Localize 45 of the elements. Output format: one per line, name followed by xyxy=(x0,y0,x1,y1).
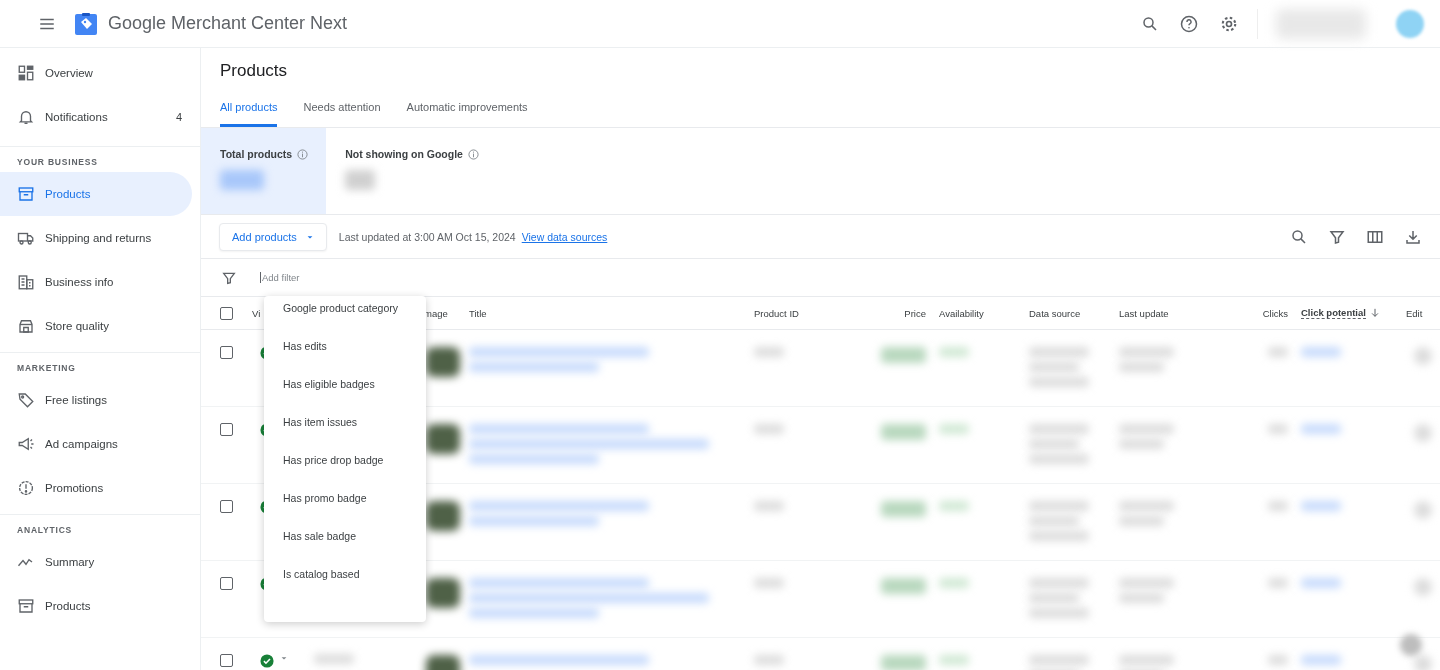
sidebar-item[interactable]: Free listings xyxy=(0,378,192,422)
add-products-button[interactable]: Add products xyxy=(219,222,327,251)
column-header[interactable]: Click potential xyxy=(1301,307,1366,319)
column-header[interactable]: Data source xyxy=(1029,307,1081,319)
sidebar-item[interactable]: Products xyxy=(0,584,192,628)
column-header[interactable]: Vi xyxy=(252,307,261,319)
column-header[interactable]: Edit xyxy=(1406,307,1423,319)
menu-item[interactable]: Has eligible badges xyxy=(264,374,426,412)
stat-card[interactable]: Total products xyxy=(201,128,327,214)
view-data-sources-link[interactable]: View data sources xyxy=(521,230,608,243)
last-updated-text: Last updated at 3:00 AM Oct 15, 2024 xyxy=(338,230,516,243)
column-header[interactable]: Price xyxy=(904,307,926,319)
column-header[interactable]: mage xyxy=(424,307,448,319)
sidebar-item[interactable]: Shipping and returns xyxy=(0,216,192,260)
sidebar-item[interactable]: Summary xyxy=(0,540,192,584)
stat-label: Not showing on Google xyxy=(345,148,463,160)
page-title: Products xyxy=(219,60,289,82)
stat-label: Total products xyxy=(220,148,293,160)
section-heading: YOUR BUSINESS xyxy=(16,156,99,169)
column-header[interactable]: Last update xyxy=(1119,307,1169,319)
sidebar-item[interactable]: Store quality xyxy=(0,304,192,348)
menu-item[interactable]: Is catalog based xyxy=(264,564,426,602)
sidebar-item[interactable]: Overview xyxy=(0,51,192,95)
app-title: Google Merchant Center Next xyxy=(108,13,348,34)
menu-item[interactable]: Google product category xyxy=(264,298,426,336)
section-heading: ANALYTICS xyxy=(16,524,74,537)
menu-item[interactable]: Has sale badge xyxy=(264,526,426,564)
column-header[interactable]: Title xyxy=(469,307,487,319)
stat-card[interactable]: Not showing on Google xyxy=(326,128,497,214)
notification-count: 4 xyxy=(175,111,182,123)
sidebar-item[interactable]: Notifications 4 xyxy=(0,95,192,139)
menu-item[interactable]: Has item issues xyxy=(264,412,426,450)
sidebar-item[interactable]: Business info xyxy=(0,260,192,304)
sidebar-item[interactable]: Ad campaigns xyxy=(0,422,192,466)
column-header[interactable]: Clicks xyxy=(1262,307,1288,319)
sidebar-item[interactable]: Promotions xyxy=(0,466,192,510)
tab[interactable]: Automatic improvements xyxy=(406,101,528,127)
sidebar-item[interactable]: Products xyxy=(0,172,192,216)
section-heading: MARKETING xyxy=(16,362,77,375)
column-header[interactable]: Availability xyxy=(939,307,984,319)
menu-item[interactable]: Has promo badge xyxy=(264,488,426,526)
column-header[interactable]: Product ID xyxy=(754,307,799,319)
tab[interactable]: Needs attention xyxy=(303,101,381,127)
menu-item[interactable]: Has edits xyxy=(264,336,426,374)
menu-item[interactable]: Has price drop badge xyxy=(264,450,426,488)
